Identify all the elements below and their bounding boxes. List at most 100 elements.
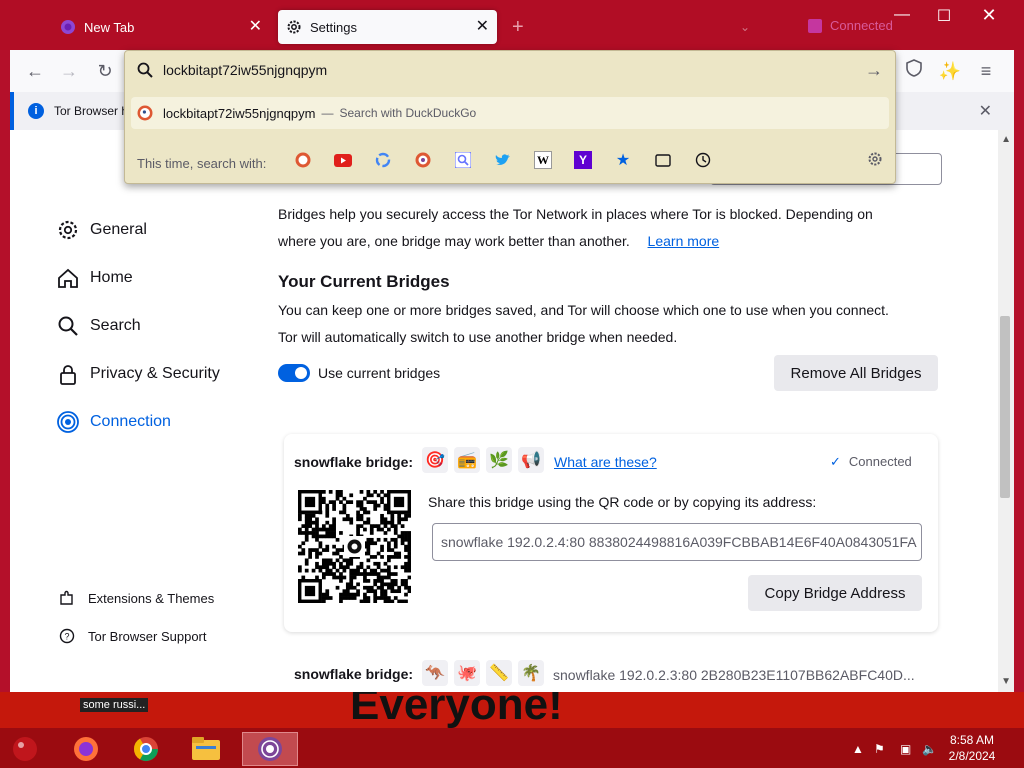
new-identity-icon[interactable]: ✨ — [937, 58, 963, 84]
youtube-icon[interactable] — [334, 151, 352, 169]
sidebar-item-extensions[interactable]: Extensions & Themes — [58, 589, 214, 607]
sidebar-item-home[interactable]: Home — [56, 266, 133, 290]
volume-muted-icon[interactable]: 🔈 — [922, 742, 937, 756]
duckduckgo-icon[interactable] — [294, 151, 312, 169]
sidebar-item-label: Search — [90, 317, 141, 334]
current-bridges-desc-1: You can keep one or more bridges saved, … — [278, 302, 889, 318]
bridge-emoji: 📻 — [454, 447, 480, 473]
maximize-icon[interactable]: ☐ — [922, 6, 966, 26]
url-bar-dropdown: lockbitapt72iw55njgnqpym → lockbitapt72i… — [124, 50, 896, 184]
start-button[interactable] — [0, 732, 50, 766]
shield-icon[interactable] — [901, 58, 927, 84]
tray-chevron-up-icon[interactable]: ▲ — [852, 742, 864, 756]
taskbar-tor-browser-icon[interactable] — [242, 732, 298, 766]
lock-icon — [56, 362, 80, 386]
scrollbar[interactable]: ▲ ▼ — [998, 130, 1014, 692]
suggestion-action: Search with DuckDuckGo — [339, 106, 477, 120]
bridge-address-text: snowflake 192.0.2.3:80 2B280B23E1107BB62… — [553, 667, 915, 683]
search-settings-gear-icon[interactable] — [867, 151, 883, 172]
bridge-emoji: 📢 — [518, 447, 544, 473]
google-icon[interactable] — [374, 151, 392, 169]
sidebar-item-search[interactable]: Search — [56, 314, 141, 338]
flag-icon[interactable]: ⚑ — [874, 742, 885, 756]
share-bridge-text: Share this bridge using the QR code or b… — [428, 494, 817, 510]
close-icon[interactable]: ✕ — [979, 101, 992, 121]
remove-all-bridges-button[interactable]: Remove All Bridges — [774, 355, 938, 391]
url-input[interactable]: lockbitapt72iw55njgnqpym — [163, 62, 327, 78]
tor-browser-icon — [60, 19, 76, 35]
use-current-bridges-toggle[interactable] — [278, 364, 310, 382]
info-icon: i — [28, 103, 44, 119]
startpage-icon[interactable] — [454, 151, 472, 169]
svg-text:?: ? — [64, 632, 69, 642]
chevron-down-icon[interactable]: ⌄ — [740, 20, 750, 34]
bridge-title: snowflake bridge: — [294, 454, 414, 470]
tabs-icon[interactable] — [654, 151, 672, 169]
wallpaper-text: Everyone! — [350, 692, 563, 728]
duckduckgo-onion-icon[interactable] — [414, 151, 432, 169]
browser-window: New Tab ✕ Settings ✕ + ⌄ Connected — ☐ ✕… — [0, 0, 1024, 728]
check-icon: ✓ — [830, 454, 841, 469]
url-bar[interactable]: lockbitapt72iw55njgnqpym → — [125, 51, 895, 91]
search-icon — [137, 62, 153, 83]
scroll-up-icon[interactable]: ▲ — [1001, 134, 1011, 145]
taskbar-chrome-icon[interactable] — [118, 732, 174, 766]
tab-label: Settings — [310, 19, 357, 35]
sidebar-item-privacy[interactable]: Privacy & Security — [56, 362, 220, 386]
sidebar-item-label: Tor Browser Support — [88, 628, 207, 644]
learn-more-link[interactable]: Learn more — [648, 233, 720, 249]
suggestion-separator: — — [321, 106, 334, 120]
new-tab-icon[interactable]: + — [512, 17, 524, 37]
bridge-emoji: 🦘 — [422, 660, 448, 686]
puzzle-icon — [58, 589, 76, 607]
desktop-wallpaper: some russi... Everyone! — [0, 692, 1024, 728]
scrollbar-thumb[interactable] — [1000, 316, 1010, 498]
twitter-icon[interactable] — [494, 151, 512, 169]
bridges-intro-line-1: Bridges help you securely access the Tor… — [278, 206, 873, 222]
sidebar-item-label: General — [90, 221, 147, 238]
toggle-knob — [295, 367, 307, 379]
sidebar-item-label: Home — [90, 269, 133, 286]
bridge-status: ✓ Connected — [830, 454, 912, 470]
go-arrow-icon[interactable]: → — [865, 60, 883, 81]
gear-icon — [56, 218, 80, 242]
tab-new-tab[interactable]: New Tab ✕ — [52, 10, 270, 44]
bridges-intro-line-2: where you are, one bridge may work bette… — [278, 233, 630, 249]
bookmarks-icon[interactable]: ★ — [614, 151, 632, 169]
bridge-address-field[interactable]: snowflake 192.0.2.4:80 8838024498816A039… — [432, 523, 922, 561]
what-are-these-link[interactable]: What are these? — [554, 454, 657, 470]
sidebar-item-label: Privacy & Security — [90, 365, 220, 382]
bridge-title: snowflake bridge: — [294, 666, 414, 682]
close-tab-icon[interactable]: ✕ — [249, 19, 262, 35]
reload-icon[interactable]: ↻ — [92, 58, 118, 84]
notification-text: Tor Browser h — [54, 104, 129, 118]
back-icon[interactable]: ← — [22, 58, 48, 84]
wikipedia-icon[interactable]: W — [534, 151, 552, 169]
duckduckgo-icon — [137, 105, 153, 121]
bridge-status-label: Connected — [848, 454, 912, 469]
system-clock[interactable]: 8:58 AM 2/8/2024 — [942, 732, 1002, 764]
search-suggestion[interactable]: lockbitapt72iw55njgnqpym — Search with D… — [131, 97, 889, 129]
minimize-icon[interactable]: — — [880, 6, 924, 26]
network-icon[interactable]: ▣ — [900, 742, 911, 756]
sidebar-item-general[interactable]: General — [56, 218, 147, 242]
sidebar-item-label: Connection — [90, 413, 171, 430]
forward-icon[interactable]: → — [56, 58, 82, 84]
tab-settings[interactable]: Settings ✕ — [278, 10, 497, 44]
taskbar-firefox-icon[interactable] — [58, 732, 114, 766]
current-bridges-desc-2: Tor will automatically switch to use ano… — [278, 329, 678, 345]
window-close-icon[interactable]: ✕ — [966, 4, 1012, 28]
scroll-down-icon[interactable]: ▼ — [1001, 676, 1011, 687]
sidebar-item-connection[interactable]: Connection — [56, 410, 171, 434]
help-icon: ? — [58, 627, 76, 645]
menu-icon[interactable]: ≡ — [973, 58, 999, 84]
tab-label: New Tab — [84, 19, 135, 35]
desktop-file-label[interactable]: some russi... — [80, 698, 149, 712]
taskbar-file-explorer-icon[interactable] — [178, 732, 234, 766]
copy-bridge-address-button[interactable]: Copy Bridge Address — [748, 575, 922, 611]
yahoo-icon[interactable]: Y — [574, 151, 592, 169]
close-tab-icon[interactable]: ✕ — [476, 19, 489, 35]
history-icon[interactable] — [694, 151, 712, 169]
sidebar-item-support[interactable]: ? Tor Browser Support — [58, 627, 207, 645]
current-bridges-heading: Your Current Bridges — [278, 272, 450, 291]
